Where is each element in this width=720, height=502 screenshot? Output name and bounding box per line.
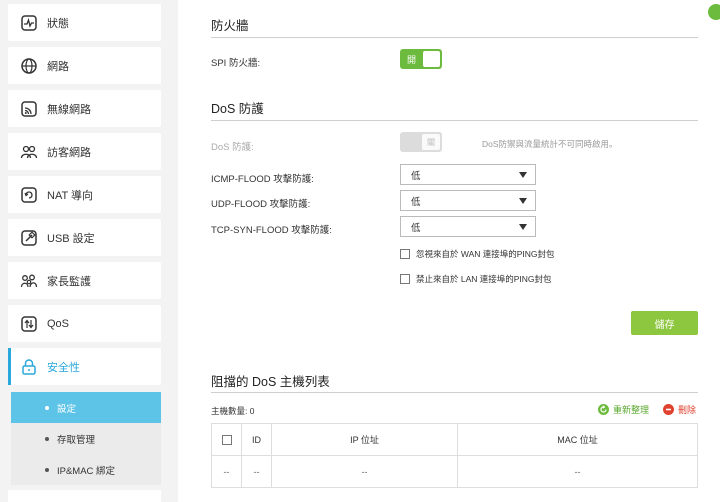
blocked-hosts-table: ID IP 位址 MAC 位址 -- -- -- --: [211, 423, 698, 488]
table-cell: --: [457, 455, 698, 488]
toggle-on-text: 開: [406, 54, 416, 65]
sidebar-item-label: USB 設定: [47, 232, 95, 245]
main-panel: 防火牆 SPI 防火牆: 開 DoS 防護 DoS 防護: 關 DoS防禦與流量…: [178, 0, 720, 502]
icmp-flood-label: ICMP-FLOOD 攻擊防護:: [211, 174, 314, 185]
qos-icon: [20, 315, 38, 333]
table-cell: --: [211, 455, 242, 488]
table-cell: --: [271, 455, 458, 488]
sidebar-item-label: 狀態: [47, 17, 69, 30]
submenu-item-access-control[interactable]: 存取管理: [11, 423, 161, 454]
wan-ping-option[interactable]: 忽視來自於 WAN 連接埠的PING封包: [400, 248, 555, 260]
column-header-ip: IP 位址: [271, 423, 458, 456]
guest-icon: [20, 143, 38, 161]
spi-firewall-label: SPI 防火牆:: [211, 58, 261, 69]
sidebar: 狀態 網路 無線網路 訪客網路 NAT 導向 USB 設定 家長監護 QoS 安…: [0, 0, 170, 502]
table-row: -- -- -- --: [211, 455, 698, 488]
sidebar-item-label: 訪客網路: [47, 146, 91, 159]
toggle-off-text: 關: [422, 134, 440, 150]
usb-icon: [20, 229, 38, 247]
divider: [211, 392, 698, 393]
delete-button[interactable]: 刪除: [663, 403, 696, 416]
chevron-down-icon: [519, 224, 527, 230]
udp-flood-label: UDP-FLOOD 攻擊防護:: [211, 199, 311, 210]
refresh-icon: [598, 404, 609, 415]
column-header-id: ID: [241, 423, 272, 456]
status-icon: [20, 14, 38, 32]
sidebar-item-label: QoS: [47, 317, 70, 330]
submenu-item-ip-mac-binding[interactable]: IP&MAC 綁定: [11, 454, 161, 485]
sidebar-item-parental[interactable]: 家長監護: [8, 262, 161, 299]
sidebar-item-wireless[interactable]: 無線網路: [8, 90, 161, 127]
lock-icon: [20, 358, 38, 376]
select-value: 低: [411, 170, 421, 182]
refresh-button[interactable]: 重新整理: [598, 403, 649, 416]
sidebar-item-label: 網路: [47, 60, 69, 73]
sidebar-item-qos[interactable]: QoS: [8, 305, 161, 342]
globe-icon: [20, 57, 38, 75]
dos-protection-toggle[interactable]: 關: [400, 132, 442, 152]
parental-icon: [20, 272, 38, 290]
chevron-down-icon: [519, 172, 527, 178]
select-value: 低: [411, 222, 421, 234]
sidebar-item-nat[interactable]: NAT 導向: [8, 176, 161, 213]
sidebar-item-label: 無線網路: [47, 103, 91, 116]
tcp-syn-flood-select[interactable]: 低: [400, 216, 536, 237]
table-header-row: ID IP 位址 MAC 位址: [211, 423, 698, 456]
sidebar-item-guest[interactable]: 訪客網路: [8, 133, 161, 170]
icmp-flood-select[interactable]: 低: [400, 164, 536, 185]
wan-ping-checkbox[interactable]: [400, 249, 410, 259]
blocked-list-title: 阻擋的 DoS 主機列表: [211, 375, 330, 389]
wan-ping-label: 忽視來自於 WAN 連接埠的PING封包: [416, 249, 555, 259]
sidebar-item-security[interactable]: 安全性: [8, 348, 161, 385]
sidebar-item-label: 安全性: [47, 361, 80, 374]
status-indicator: [708, 4, 720, 20]
dos-title: DoS 防護: [211, 102, 264, 116]
udp-flood-select[interactable]: 低: [400, 190, 536, 211]
spi-firewall-toggle[interactable]: 開: [400, 49, 442, 69]
divider: [211, 120, 698, 121]
lan-ping-option[interactable]: 禁止來自於 LAN 連接埠的PING封包: [400, 273, 552, 285]
lan-ping-checkbox[interactable]: [400, 274, 410, 284]
chevron-down-icon: [519, 198, 527, 204]
toggle-knob: [422, 51, 440, 67]
sidebar-item-usb[interactable]: USB 設定: [8, 219, 161, 256]
divider: [211, 37, 698, 38]
dos-hint: DoS防禦與流量統計不可同時啟用。: [482, 139, 618, 149]
wireless-icon: [20, 100, 38, 118]
tcp-syn-flood-label: TCP-SYN-FLOOD 攻擊防護:: [211, 225, 332, 236]
sidebar-item-network[interactable]: 網路: [8, 47, 161, 84]
sidebar-item-label: NAT 導向: [47, 189, 94, 202]
dos-protection-label: DoS 防護:: [211, 142, 254, 153]
select-all-checkbox[interactable]: [221, 434, 232, 445]
host-count: 主機數量: 0: [211, 406, 255, 416]
firewall-title: 防火牆: [211, 19, 249, 33]
delete-icon: [663, 404, 674, 415]
lan-ping-label: 禁止來自於 LAN 連接埠的PING封包: [416, 274, 552, 284]
table-cell: --: [241, 455, 272, 488]
sidebar-item-label: 家長監護: [47, 275, 91, 288]
sidebar-item-next[interactable]: [8, 490, 161, 502]
sidebar-item-status[interactable]: 狀態: [8, 4, 161, 41]
nat-icon: [20, 186, 38, 204]
refresh-label: 重新整理: [613, 405, 650, 415]
submenu-item-settings[interactable]: 設定: [11, 392, 161, 423]
delete-label: 刪除: [678, 405, 697, 415]
security-submenu: 設定 存取管理 IP&MAC 綁定: [11, 392, 161, 485]
select-all-cell[interactable]: [211, 423, 242, 456]
save-button[interactable]: 儲存: [631, 311, 698, 335]
select-value: 低: [411, 196, 421, 208]
column-header-mac: MAC 位址: [457, 423, 698, 456]
